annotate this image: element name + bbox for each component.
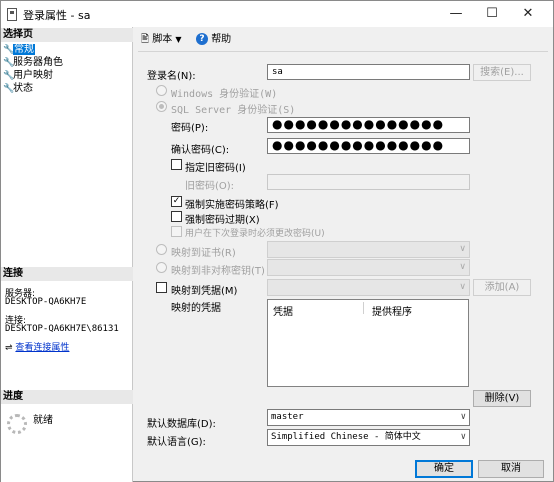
map-certificate-radio[interactable] (156, 244, 167, 255)
toolbar-divider (138, 51, 548, 52)
title-bar: 登录属性 - sa — ☐ ✕ (1, 1, 553, 27)
app-icon (7, 8, 17, 21)
cancel-button[interactable]: 取消 (478, 460, 544, 478)
chevron-down-icon: ∨ (460, 412, 466, 422)
specify-old-password-label: 指定旧密码(I) (185, 163, 246, 174)
must-change-password-label: 用户在下次登录时必须更改密码(U) (185, 229, 325, 239)
column-divider (363, 302, 364, 314)
help-button[interactable]: ? 帮助 (196, 32, 231, 48)
sql-auth-radio[interactable] (156, 101, 167, 112)
page-general[interactable]: 🔧常规 (3, 43, 35, 56)
chevron-down-icon: ▼ (175, 35, 182, 44)
connection-header: 连接 (1, 267, 133, 281)
cred-col-credential: 凭据 (273, 307, 293, 318)
progress-spinner-icon (7, 414, 27, 434)
password-input[interactable]: ●●●●●●●●●●●●●●● (267, 117, 470, 133)
login-properties-window: 登录属性 - sa — ☐ ✕ 选择页 🔧常规 🔧服务器角色 🔧用户映射 🔧状态… (0, 0, 554, 482)
enforce-password-policy-label: 强制实施密码策略(F) (185, 200, 279, 211)
window-title: 登录属性 - sa (23, 9, 91, 22)
close-button[interactable]: ✕ (510, 1, 546, 27)
page-status[interactable]: 🔧状态 (3, 82, 33, 95)
credential-select[interactable]: ∨ (267, 279, 470, 296)
mapped-credentials-grid[interactable]: 凭据 提供程序 (267, 299, 469, 387)
certificate-select[interactable]: ∨ (267, 241, 470, 258)
map-credential-label: 映射到凭据(M) (171, 286, 238, 297)
view-connection-properties[interactable]: ⇌ 查看连接属性 (5, 340, 69, 353)
chevron-down-icon: ∨ (460, 432, 466, 442)
windows-auth-label: Windows 身份验证(W) (171, 89, 278, 100)
mapped-credentials-label: 映射的凭据 (171, 303, 221, 314)
connection-value: DESKTOP-QA6KH7E\86131 (5, 324, 119, 334)
windows-auth-radio[interactable] (156, 85, 167, 96)
chevron-down-icon: ∨ (459, 262, 466, 272)
remove-credential-button[interactable]: 删除(V) (473, 390, 531, 407)
old-password-label: 旧密码(O): (185, 181, 235, 192)
must-change-password-checkbox[interactable] (171, 226, 182, 237)
script-icon: 🖹 (141, 34, 150, 45)
chevron-down-icon: ∨ (459, 244, 466, 254)
enforce-password-policy-checkbox[interactable]: ✓ (171, 196, 182, 207)
specify-old-password-checkbox[interactable] (171, 159, 182, 170)
default-language-select[interactable]: Simplified Chinese - 简体中文 ∨ (267, 429, 470, 446)
default-language-label: 默认语言(G): (147, 437, 206, 448)
search-button[interactable]: 搜索(E)... (473, 64, 531, 81)
server-value: DESKTOP-QA6KH7E (5, 297, 87, 307)
map-asymmetric-key-label: 映射到非对称密钥(T) (171, 266, 265, 277)
old-password-input[interactable] (267, 174, 470, 190)
page-server-roles[interactable]: 🔧服务器角色 (3, 56, 63, 69)
maximize-button[interactable]: ☐ (474, 1, 510, 27)
login-name-label: 登录名(N): (147, 71, 196, 82)
select-page-header: 选择页 (1, 28, 133, 42)
password-label: 密码(P): (171, 123, 209, 134)
help-icon: ? (196, 33, 208, 45)
default-database-label: 默认数据库(D): (147, 419, 216, 430)
minimize-button[interactable]: — (438, 1, 474, 27)
wrench-icon: 🔧 (3, 84, 15, 94)
chevron-down-icon: ∨ (459, 282, 466, 292)
cred-col-provider: 提供程序 (372, 307, 412, 318)
add-credential-button[interactable]: 添加(A) (473, 279, 531, 296)
connection-icon: ⇌ (5, 343, 13, 353)
view-connection-properties-link[interactable]: 查看连接属性 (15, 343, 69, 353)
map-credential-checkbox[interactable] (156, 282, 167, 293)
script-button[interactable]: 🖹 脚本 ▼ (141, 32, 182, 48)
default-database-select[interactable]: master ∨ (267, 409, 470, 426)
ok-button[interactable]: 确定 (415, 460, 473, 478)
progress-header: 进度 (1, 390, 133, 404)
confirm-password-input[interactable]: ●●●●●●●●●●●●●●● (267, 138, 470, 154)
page-user-mapping[interactable]: 🔧用户映射 (3, 69, 53, 82)
sql-auth-label: SQL Server 身份验证(S) (171, 105, 296, 116)
enforce-password-expiration-label: 强制密码过期(X) (185, 215, 260, 226)
map-certificate-label: 映射到证书(R) (171, 248, 236, 259)
progress-status: 就绪 (33, 415, 53, 426)
login-name-input[interactable]: sa (267, 64, 470, 80)
map-asymmetric-key-radio[interactable] (156, 262, 167, 273)
asymmetric-key-select[interactable]: ∨ (267, 259, 470, 276)
enforce-password-expiration-checkbox[interactable] (171, 211, 182, 222)
confirm-password-label: 确认密码(C): (171, 145, 230, 156)
